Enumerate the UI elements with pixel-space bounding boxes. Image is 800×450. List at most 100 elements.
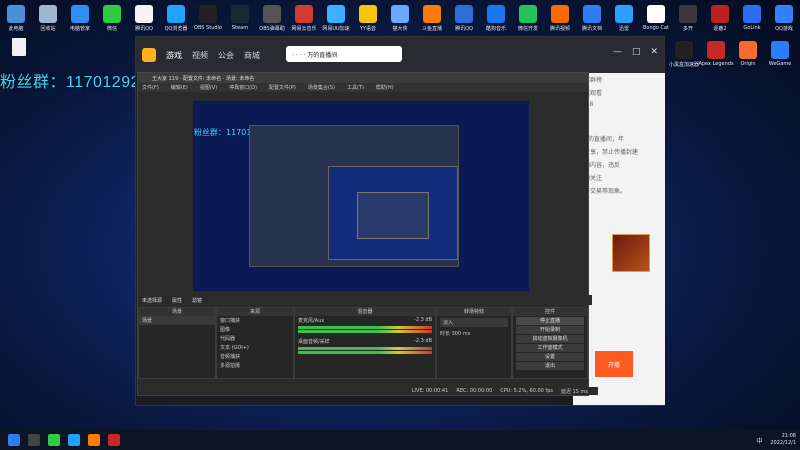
source-item[interactable]: 窗口捕获 (217, 316, 293, 325)
transitions-dock-title: 转场特效 (437, 308, 511, 316)
menu-item[interactable]: 配置文件(P) (269, 84, 296, 91)
wechat-icon[interactable] (48, 434, 60, 446)
desktop-icon[interactable]: 斗鱼直播 (416, 2, 448, 38)
desktop-icon[interactable]: 此电脑 (0, 2, 32, 38)
desktop-icon[interactable]: 网易云音乐 (288, 2, 320, 38)
control-button[interactable]: 开始录制 (516, 326, 584, 334)
desktop-icon[interactable]: 小黑盒加速器 (668, 38, 700, 74)
maximize-icon[interactable]: □ (632, 47, 641, 57)
desktop-icon[interactable]: 回收站 (32, 2, 64, 38)
desktop-icon[interactable]: OBS弹幕助 (256, 2, 288, 38)
desktop-icon[interactable]: Steam (224, 2, 256, 38)
start-icon[interactable] (8, 434, 20, 446)
minimize-icon[interactable]: — (613, 47, 622, 57)
streaming-app-icon[interactable] (88, 434, 100, 446)
desktop-icon[interactable]: 猫大侠 (384, 2, 416, 38)
desktop-icon[interactable]: GoLink (736, 2, 768, 38)
desktop-meter-2 (298, 351, 432, 354)
mic-meter (298, 326, 432, 329)
source-item[interactable]: 代码器 (217, 334, 293, 343)
menu-item[interactable]: 帮助(H) (376, 84, 394, 91)
app-icon (327, 5, 345, 23)
desktop-icon[interactable]: 腾讯文档 (576, 2, 608, 38)
tab-videos[interactable]: 视频 (192, 50, 208, 61)
desktop-icon-label: 腾讯视频 (549, 26, 570, 32)
browser-icon[interactable] (68, 434, 80, 446)
desktop-icon[interactable]: 微信开发 (512, 2, 544, 38)
desktop-icon[interactable]: WeGame (764, 38, 796, 74)
app-icon (711, 5, 729, 23)
duration-value[interactable]: 300 ms (452, 331, 471, 337)
search-icon[interactable] (28, 434, 40, 446)
desktop-icon-label: 网易云音乐 (291, 26, 317, 32)
desktop-icon[interactable]: YY语音 (352, 2, 384, 38)
desktop-icon[interactable]: 迅雷 (608, 2, 640, 38)
scene-item[interactable]: 场景 (139, 316, 215, 325)
desktop-icon[interactable]: 腾讯QQ (128, 2, 160, 38)
menu-item[interactable]: 停靠窗口(D) (229, 84, 257, 91)
app-icon (615, 5, 633, 23)
desktop-meter (298, 347, 432, 350)
app-icon (295, 5, 313, 23)
obs-title-bar: 王大家 119 · 配置文件: 未命名 · 场景: 未命名 (138, 73, 588, 83)
stream-title-field[interactable]: · · · · 万的直播间 (286, 46, 402, 62)
desktop-icon[interactable]: OBS Studio (192, 2, 224, 38)
app-logo-icon (142, 48, 156, 62)
desktop-icon[interactable]: 腾讯视频 (544, 2, 576, 38)
desktop-icon-label: WeGame (768, 61, 792, 67)
desktop-icon-label: Steam (231, 25, 249, 31)
app-icon (423, 5, 441, 23)
filters-button[interactable]: 滤镜 (192, 297, 202, 304)
desktop-icon[interactable]: 网易UU加速 (320, 2, 352, 38)
close-icon[interactable]: ✕ (650, 47, 658, 57)
properties-button[interactable]: 属性 (172, 297, 182, 304)
mixer-track-mic: 麦克风/Aux -2.3 dB (295, 316, 435, 325)
desktop-icon[interactable]: 微信 (96, 2, 128, 38)
app-icon (551, 5, 569, 23)
app-icon (135, 5, 153, 23)
source-item[interactable]: 文本 (GDI+) (217, 343, 293, 352)
desktop-icon[interactable]: QQ游戏 (768, 2, 800, 38)
desktop-icon[interactable]: Apex Legends (698, 38, 734, 74)
source-item[interactable]: 多源拍摄 (217, 361, 293, 370)
menu-item[interactable]: 编辑(E) (171, 84, 188, 91)
tab-games[interactable]: 游戏 (166, 50, 182, 61)
desktop-icon[interactable]: Bongo Cat (640, 2, 672, 38)
game-avatar-icon[interactable] (612, 234, 650, 272)
nested-preview (249, 125, 459, 267)
obs-taskbar-icon[interactable] (108, 434, 120, 446)
desktop-icon[interactable]: 腾讯QQ (448, 2, 480, 38)
menu-item[interactable]: 文件(F) (142, 84, 159, 91)
desktop-icon[interactable]: 酷狗音乐 (480, 2, 512, 38)
mixer-track-label: 桌面音频/采样 (298, 339, 330, 345)
menu-item[interactable]: 工具(T) (347, 84, 364, 91)
sources-dock-title: 来源 (217, 308, 293, 316)
desktop-icon[interactable]: QQ浏览器 (160, 2, 192, 38)
desktop-icon-label: YY语音 (359, 26, 377, 32)
control-button[interactable]: 退出 (516, 362, 584, 370)
desktop-icon[interactable]: 电脑管家 (64, 2, 96, 38)
input-method-indicator[interactable]: 中 (756, 436, 762, 445)
control-button[interactable]: 启动虚拟摄像机 (516, 335, 584, 343)
desktop-icon[interactable]: 多开 (672, 2, 704, 38)
desktop-file-icon[interactable] (2, 38, 36, 56)
desktop-icon-label: 逐鹿2 (713, 26, 727, 32)
go-live-button[interactable]: 开播 (595, 351, 633, 377)
tab-store[interactable]: 商城 (244, 50, 260, 61)
transition-select[interactable]: 淡入 (440, 318, 508, 327)
nested-preview-3 (357, 192, 429, 239)
clock[interactable]: 21:08 2022/12/1 (770, 433, 796, 447)
desktop-icon[interactable]: Origin (732, 38, 764, 74)
transitions-dock: 转场特效 淡入 时长 300 ms (436, 307, 512, 379)
source-item[interactable]: 图像 (217, 325, 293, 334)
control-button[interactable]: 设置 (516, 353, 584, 361)
menu-item[interactable]: 场景集合(S) (308, 84, 335, 91)
source-item[interactable]: 音频捕获 (217, 352, 293, 361)
desktop-icon-label: GoLink (743, 25, 761, 31)
menu-item[interactable]: 视图(V) (200, 84, 217, 91)
obs-preview[interactable]: 粉丝群：1170129251 (193, 101, 529, 291)
control-button[interactable]: 工作室模式 (516, 344, 584, 352)
desktop-icon[interactable]: 逐鹿2 (704, 2, 736, 38)
tab-guild[interactable]: 公会 (218, 50, 234, 61)
control-button[interactable]: 停止直播 (516, 317, 584, 325)
